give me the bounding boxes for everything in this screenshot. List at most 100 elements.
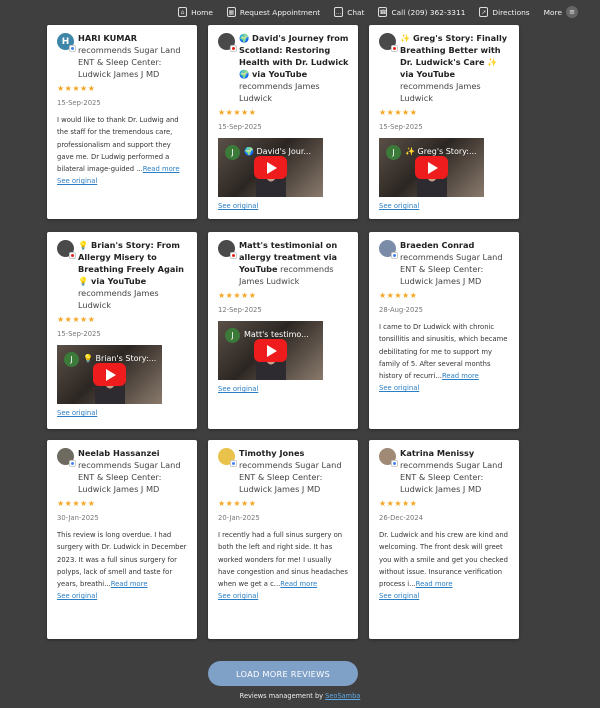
play-icon[interactable] — [93, 363, 126, 386]
review-header: Braeden Conrad recommends Sugar Land ENT… — [400, 239, 511, 287]
footer-text: Reviews management by — [239, 692, 326, 700]
see-original-link[interactable]: See original — [379, 201, 511, 211]
load-more-reviews-button[interactable]: LOAD MORE REVIEWS — [208, 661, 358, 686]
nav-chat-label: Chat — [347, 7, 365, 17]
nav-call[interactable]: ☎ Call (209) 362-3311 — [378, 7, 465, 17]
avatar — [218, 448, 237, 467]
chat-icon: … — [334, 7, 344, 17]
reviewer-name: ✨ Greg's Story: Finally Breathing Better… — [400, 33, 508, 79]
reviewer-name: 💡 Brian's Story: From Allergy Misery to … — [78, 240, 185, 286]
menu-icon: ≡ — [566, 6, 578, 18]
review-action: recommends Sugar Land ENT & Sleep Center… — [78, 460, 181, 494]
nav-chat[interactable]: … Chat — [334, 7, 364, 17]
avatar-letter: H — [61, 36, 70, 47]
review-text: I would like to thank Dr. Ludwig and the… — [57, 114, 189, 175]
nav-home-label: Home — [191, 7, 213, 17]
read-more-link[interactable]: Read more — [280, 580, 317, 588]
review-text: I came to Dr Ludwick with chronic tonsil… — [379, 321, 511, 382]
channel-avatar: J — [225, 145, 240, 160]
see-original-link[interactable]: See original — [379, 383, 511, 393]
seosamba-link[interactable]: SeoSamba — [325, 692, 360, 700]
star-rating: ★★★★★ — [218, 108, 257, 117]
calendar-icon: ▦ — [226, 7, 236, 17]
review-header: Matt's testimonial on allergy treatment … — [239, 239, 350, 287]
review-text: This review is long overdue. I had surge… — [57, 529, 189, 590]
nav-more[interactable]: More ≡ — [544, 6, 578, 18]
review-card: Neelab Hassanzei recommends Sugar Land E… — [47, 440, 197, 639]
review-date: 15-Sep-2025 — [57, 99, 101, 107]
review-header: Timothy Jones recommends Sugar Land ENT … — [239, 447, 350, 495]
review-card: ✨ Greg's Story: Finally Breathing Better… — [369, 25, 519, 219]
nav-request-label: Request Appointment — [239, 7, 321, 17]
review-action: recommends Sugar Land ENT & Sleep Center… — [400, 252, 503, 286]
avatar — [218, 240, 237, 259]
review-card: 🌍 David's Journey from Scotland: Restori… — [208, 25, 358, 219]
review-action: recommends Sugar Land ENT & Sleep Center… — [78, 45, 181, 79]
review-header: 💡 Brian's Story: From Allergy Misery to … — [78, 239, 189, 311]
video-thumbnail[interactable]: J 🌍 David's Jour... — [218, 138, 323, 197]
video-thumbnail[interactable]: J Matt's testimo... — [218, 321, 323, 380]
reviewer-name: Braeden Conrad — [400, 240, 475, 250]
reviewer-name: Neelab Hassanzei — [78, 448, 160, 458]
video-thumbnail[interactable]: J 💡 Brian's Story:... — [57, 345, 162, 404]
review-date: 15-Sep-2025 — [57, 330, 101, 338]
see-original-link[interactable]: See original — [218, 201, 350, 211]
channel-avatar: J — [386, 145, 401, 160]
read-more-link[interactable]: Read more — [143, 165, 180, 173]
google-icon — [69, 45, 76, 52]
review-card: 💡 Brian's Story: From Allergy Misery to … — [47, 232, 197, 429]
home-icon: ⌂ — [178, 7, 188, 17]
reviewer-name: Katrina Menissy — [400, 448, 475, 458]
star-rating: ★★★★★ — [218, 499, 257, 508]
read-more-link[interactable]: Read more — [442, 372, 479, 380]
see-original-link[interactable]: See original — [57, 591, 189, 601]
read-more-link[interactable]: Read more — [111, 580, 148, 588]
star-rating: ★★★★★ — [379, 108, 418, 117]
google-icon — [391, 252, 398, 259]
review-date: 15-Sep-2025 — [379, 123, 423, 131]
review-action: recommends James Ludwick — [239, 81, 320, 103]
see-original-link[interactable]: See original — [379, 591, 511, 601]
see-original-link[interactable]: See original — [218, 591, 350, 601]
review-header: HARI KUMAR recommends Sugar Land ENT & S… — [78, 32, 189, 80]
review-date: 15-Sep-2025 — [218, 123, 262, 131]
nav-home[interactable]: ⌂ Home — [178, 7, 213, 17]
reviewer-name: 🌍 David's Journey from Scotland: Restori… — [239, 33, 349, 79]
channel-avatar: J — [64, 352, 79, 367]
review-header: Neelab Hassanzei recommends Sugar Land E… — [78, 447, 189, 495]
review-action: recommends Sugar Land ENT & Sleep Center… — [239, 460, 342, 494]
see-original-link[interactable]: See original — [57, 176, 189, 186]
video-title: 🌍 David's Jour... — [244, 147, 312, 156]
video-title: 💡 Brian's Story:... — [83, 354, 157, 363]
read-more-link[interactable]: Read more — [416, 580, 453, 588]
footer: Reviews management by SeoSamba — [0, 692, 600, 700]
review-action: recommends Sugar Land ENT & Sleep Center… — [400, 460, 503, 494]
avatar — [57, 240, 76, 259]
video-thumbnail[interactable]: J ✨ Greg's Story:... — [379, 138, 484, 197]
avatar — [379, 240, 398, 259]
play-icon[interactable] — [415, 156, 448, 179]
review-date: 28-Aug-2025 — [379, 306, 423, 314]
nav-request-appointment[interactable]: ▦ Request Appointment — [226, 7, 321, 17]
see-original-link[interactable]: See original — [218, 384, 350, 394]
channel-avatar: J — [225, 328, 240, 343]
star-rating: ★★★★★ — [57, 84, 96, 93]
review-header: ✨ Greg's Story: Finally Breathing Better… — [400, 32, 511, 104]
directions-icon: ➚ — [479, 7, 489, 17]
review-card: Timothy Jones recommends Sugar Land ENT … — [208, 440, 358, 639]
star-rating: ★★★★★ — [379, 291, 418, 300]
review-date: 30-Jan-2025 — [57, 514, 99, 522]
google-icon — [391, 460, 398, 467]
see-original-link[interactable]: See original — [57, 408, 189, 418]
avatar: H — [57, 33, 76, 52]
nav-more-label: More — [543, 7, 562, 17]
nav-directions[interactable]: ➚ Directions — [479, 7, 530, 17]
youtube-icon — [230, 45, 237, 52]
avatar — [379, 33, 398, 52]
video-title: ✨ Greg's Story:... — [405, 147, 477, 156]
nav-call-label: Call (209) 362-3311 — [391, 7, 466, 17]
youtube-icon — [391, 45, 398, 52]
play-icon[interactable] — [254, 339, 287, 362]
play-icon[interactable] — [254, 156, 287, 179]
review-header: Katrina Menissy recommends Sugar Land EN… — [400, 447, 511, 495]
